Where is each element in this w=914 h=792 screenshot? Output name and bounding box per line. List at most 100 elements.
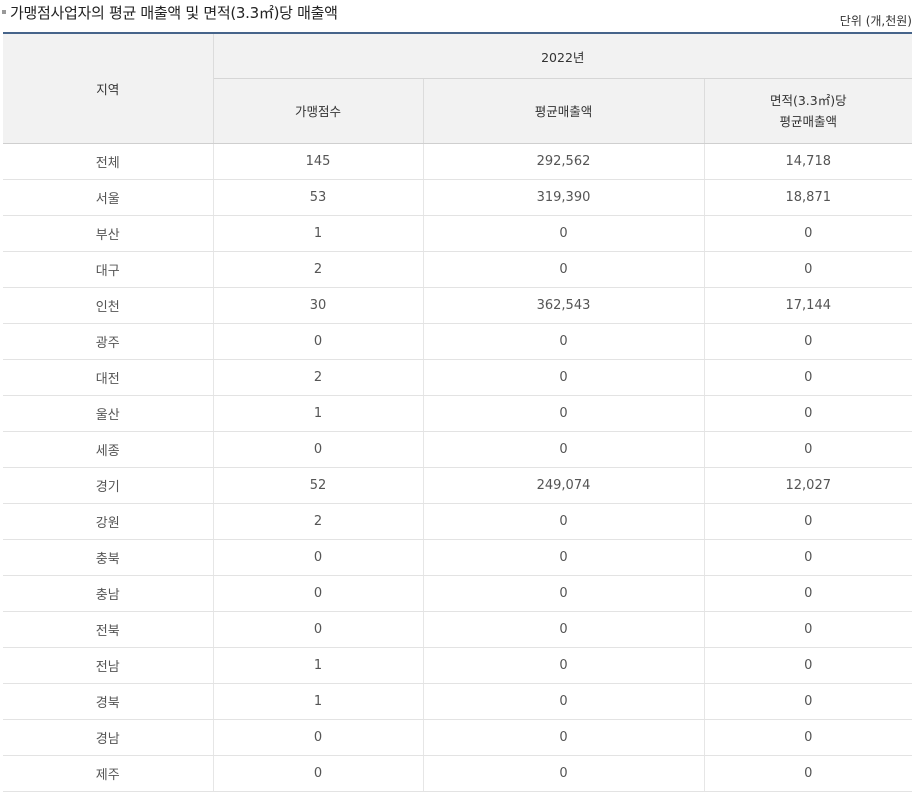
area-avg-sales-cell: 18,871 (703, 179, 913, 216)
table-row: 부산 1 0 0 (3, 215, 913, 252)
area-avg-sales-header: 면적(3.3㎡)당평균매출액 (703, 78, 913, 144)
table-row: 충남 0 0 0 (3, 575, 913, 612)
table-row: 제주 0 0 0 (3, 755, 913, 792)
franchise-count-cell: 30 (212, 287, 423, 324)
region-cell: 세종 (3, 431, 213, 468)
table-row: 경기 52 249,074 12,027 (3, 467, 913, 504)
franchise-count-cell: 0 (212, 323, 423, 360)
area-avg-sales-cell: 0 (703, 683, 913, 720)
area-avg-sales-header-line2: 평균매출액 (779, 114, 838, 129)
table-row: 전체 145 292,562 14,718 (3, 143, 913, 180)
table-row: 서울 53 319,390 18,871 (3, 179, 913, 216)
area-avg-sales-cell: 0 (703, 539, 913, 576)
table-row: 경북 1 0 0 (3, 683, 913, 720)
franchise-count-cell: 145 (212, 143, 423, 180)
region-cell: 경북 (3, 683, 213, 720)
area-avg-sales-cell: 0 (703, 719, 913, 756)
avg-sales-cell: 0 (422, 683, 704, 720)
avg-sales-cell: 0 (422, 323, 704, 360)
franchise-count-cell: 2 (212, 503, 423, 540)
region-cell: 대전 (3, 359, 213, 396)
table-row: 전남 1 0 0 (3, 647, 913, 684)
area-avg-sales-cell: 0 (703, 395, 913, 432)
avg-sales-cell: 0 (422, 611, 704, 648)
table-row: 경남 0 0 0 (3, 719, 913, 756)
bullet-icon (2, 10, 6, 14)
table-row: 광주 0 0 0 (3, 323, 913, 360)
avg-sales-cell: 0 (422, 215, 704, 252)
avg-sales-cell: 292,562 (422, 143, 704, 180)
table-row: 울산 1 0 0 (3, 395, 913, 432)
region-cell: 제주 (3, 755, 213, 792)
table-row: 대전 2 0 0 (3, 359, 913, 396)
title-row: 가맹점사업자의 평균 매출액 및 면적(3.3㎡)당 매출액 단위 (개,천원) (0, 0, 914, 32)
region-cell: 서울 (3, 179, 213, 216)
area-avg-sales-cell: 0 (703, 575, 913, 612)
region-cell: 충북 (3, 539, 213, 576)
area-avg-sales-cell: 0 (703, 755, 913, 792)
table-row: 인천 30 362,543 17,144 (3, 287, 913, 324)
avg-sales-cell: 0 (422, 575, 704, 612)
avg-sales-cell: 362,543 (422, 287, 704, 324)
table-title-text: 가맹점사업자의 평균 매출액 및 면적(3.3㎡)당 매출액 (10, 4, 338, 22)
area-avg-sales-header-line1: 면적(3.3㎡)당 (769, 93, 847, 108)
avg-sales-cell: 0 (422, 755, 704, 792)
franchise-count-cell: 0 (212, 431, 423, 468)
avg-sales-cell: 0 (422, 539, 704, 576)
franchise-count-header: 가맹점수 (213, 78, 423, 144)
franchise-count-cell: 1 (212, 215, 423, 252)
avg-sales-cell: 319,390 (422, 179, 704, 216)
region-cell: 광주 (3, 323, 213, 360)
region-cell: 경기 (3, 467, 213, 504)
table-row: 강원 2 0 0 (3, 503, 913, 540)
avg-sales-cell: 0 (422, 503, 704, 540)
region-cell: 전남 (3, 647, 213, 684)
franchise-count-cell: 53 (212, 179, 423, 216)
franchise-count-cell: 0 (212, 539, 423, 576)
region-cell: 인천 (3, 287, 213, 324)
region-cell: 경남 (3, 719, 213, 756)
franchise-count-cell: 0 (212, 611, 423, 648)
franchise-count-cell: 1 (212, 683, 423, 720)
area-avg-sales-cell: 0 (703, 215, 913, 252)
avg-sales-header: 평균매출액 (422, 78, 704, 144)
region-cell: 부산 (3, 215, 213, 252)
region-cell: 전체 (3, 143, 213, 180)
area-avg-sales-cell: 0 (703, 359, 913, 396)
sales-table: 지역 2022년 가맹점수 평균매출액 면적(3.3㎡)당 평균매출액 전체 145… (3, 32, 913, 792)
avg-sales-cell: 0 (422, 719, 704, 756)
franchise-count-cell: 0 (212, 755, 423, 792)
franchise-count-cell: 0 (212, 575, 423, 612)
table-row: 세종 0 0 0 (3, 431, 913, 468)
franchise-count-cell: 1 (212, 395, 423, 432)
region-cell: 강원 (3, 503, 213, 540)
area-avg-sales-cell: 0 (703, 503, 913, 540)
area-avg-sales-cell: 0 (703, 431, 913, 468)
area-avg-sales-cell: 0 (703, 251, 913, 288)
avg-sales-cell: 0 (422, 431, 704, 468)
area-avg-sales-cell: 12,027 (703, 467, 913, 504)
region-header: 지역 (3, 32, 214, 144)
table-row: 전북 0 0 0 (3, 611, 913, 648)
franchise-count-cell: 1 (212, 647, 423, 684)
avg-sales-cell: 0 (422, 395, 704, 432)
avg-sales-cell: 0 (422, 647, 704, 684)
table-row: 대구 2 0 0 (3, 251, 913, 288)
avg-sales-cell: 0 (422, 359, 704, 396)
region-cell: 울산 (3, 395, 213, 432)
area-avg-sales-cell: 0 (703, 323, 913, 360)
area-avg-sales-cell: 0 (703, 611, 913, 648)
table-title: 가맹점사업자의 평균 매출액 및 면적(3.3㎡)당 매출액 (2, 2, 338, 23)
area-avg-sales-cell: 0 (703, 647, 913, 684)
franchise-count-cell: 0 (212, 719, 423, 756)
table-row: 충북 0 0 0 (3, 539, 913, 576)
region-cell: 충남 (3, 575, 213, 612)
area-avg-sales-cell: 14,718 (703, 143, 913, 180)
area-avg-sales-cell: 17,144 (703, 287, 913, 324)
table-body: 전체 145 292,562 14,718 서울 53 319,390 18,871 부산 1 0 0… (3, 143, 913, 792)
avg-sales-cell: 0 (422, 251, 704, 288)
unit-label: 단위 (개,천원) (839, 14, 912, 28)
region-cell: 전북 (3, 611, 213, 648)
table-header: 지역 2022년 가맹점수 평균매출액 면적(3.3㎡)당 평균매출액 (3, 32, 913, 144)
avg-sales-cell: 249,074 (422, 467, 704, 504)
